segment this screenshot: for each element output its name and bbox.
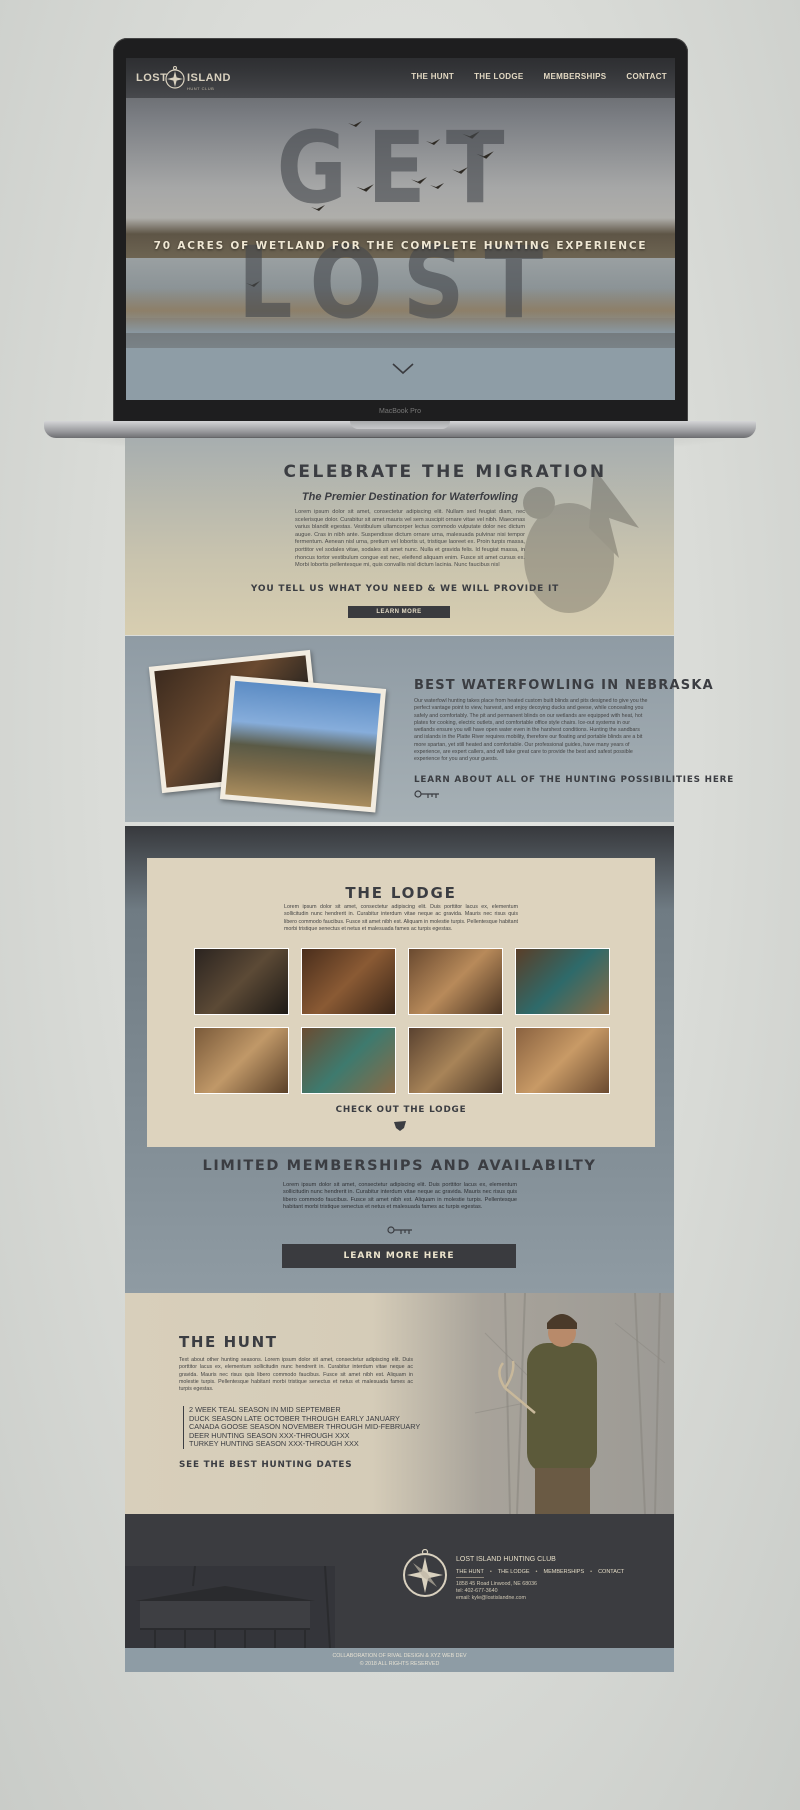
credit-text: COLLABORATION OF RIVAL DESIGN & XYZ WEB … (332, 1653, 467, 1659)
hunt-body: Text about other hunting seasons. Lorem … (179, 1357, 413, 1393)
lodge-gallery (194, 948, 610, 1094)
footer-divider (456, 1577, 484, 1578)
migration-body: Lorem ipsum dolor sit amet, consectetur … (295, 509, 525, 569)
footer-nav: THE HUNT • THE LODGE • MEMBERSHIPS • CON… (456, 1569, 624, 1575)
key-icon (387, 1226, 412, 1234)
logo[interactable]: LOST ISLAND HUNT CLUB (136, 66, 230, 94)
footer-address: 1858 45 Road Linwood, NE 68036 (456, 1581, 537, 1587)
footer-link-memberships[interactable]: MEMBERSHIPS (543, 1569, 584, 1575)
compass-icon (165, 66, 185, 89)
logo-subtext: HUNT CLUB (187, 86, 215, 91)
gallery-image[interactable] (194, 1027, 289, 1094)
migration-title: CELEBRATE THE MIGRATION (283, 462, 607, 482)
copyright-bar: COLLABORATION OF RIVAL DESIGN & XYZ WEB … (125, 1648, 674, 1672)
footer: LOST ISLAND HUNTING CLUB THE HUNT • THE … (125, 1514, 674, 1648)
lodge-title: THE LODGE (345, 884, 457, 902)
check-out-lodge-link[interactable]: CHECK OUT THE LODGE (147, 1105, 655, 1115)
hero-title: GET LOST (237, 111, 564, 341)
footer-club-name: LOST ISLAND HUNTING CLUB (456, 1556, 556, 1563)
footer-phone[interactable]: tel: 402-677-3640 (456, 1588, 537, 1595)
laptop-screen: GET LOST 70 ACRES OF WETLAND FOR THE COM… (126, 58, 675, 400)
membership-body: Lorem ipsum dolor sit amet, consectetur … (283, 1182, 517, 1210)
laptop-label: MacBook Pro (378, 408, 422, 415)
lodge-house-photo (125, 1566, 335, 1648)
separator-dot: • (590, 1569, 593, 1575)
footer-email[interactable]: email: kyle@lostislandne.com (456, 1595, 537, 1602)
gallery-image[interactable] (408, 1027, 503, 1094)
copyright-text: © 2018 ALL RIGHTS RESERVED (359, 1661, 440, 1667)
lodge-card: THE LODGE Lorem ipsum dolor sit amet, co… (147, 858, 655, 1147)
compass-icon (403, 1549, 447, 1597)
learn-more-here-button[interactable]: LEARN MORE HERE (282, 1244, 516, 1268)
logo-text-left: LOST (136, 72, 168, 84)
lodge-body: Lorem ipsum dolor sit amet, consectetur … (284, 904, 518, 932)
footer-contact-info: 1858 45 Road Linwood, NE 68036 tel: 402-… (456, 1581, 537, 1602)
section-waterfowl: BEST WATERFOWLING IN NEBRASKA Our waterf… (125, 636, 733, 822)
migration-subtitle: The Premier Destination for Waterfowling (301, 491, 519, 503)
hunt-title: THE HUNT (179, 1333, 278, 1351)
section-lodge-membership: THE LODGE Lorem ipsum dolor sit amet, co… (125, 826, 674, 1293)
gallery-image[interactable] (515, 948, 610, 1015)
nav-link-memberships[interactable]: MEMBERSHIPS (544, 72, 607, 81)
nav-link-contact[interactable]: CONTACT (626, 72, 667, 81)
gallery-image[interactable] (515, 1027, 610, 1094)
learn-more-button[interactable]: LEARN MORE (348, 606, 450, 618)
section-migration: CELEBRATE THE MIGRATION The Premier Dest… (125, 438, 674, 635)
membership-title: LIMITED MEMBERSHIPS AND AVAILABILTY (202, 1158, 597, 1174)
hunting-dates-link[interactable]: SEE THE BEST HUNTING DATES (179, 1460, 352, 1470)
waterfowl-title: BEST WATERFOWLING IN NEBRASKA (414, 678, 714, 693)
section-hunt: THE HUNT Text about other hunting season… (125, 1293, 674, 1514)
key-icon (414, 790, 439, 798)
gallery-image[interactable] (194, 948, 289, 1015)
footer-link-the-lodge[interactable]: THE LODGE (498, 1569, 530, 1575)
nav-links: THE HUNT THE LODGE MEMBERSHIPS CONTACT (411, 72, 667, 81)
nav-link-the-lodge[interactable]: THE LODGE (474, 72, 523, 81)
migration-cta: YOU TELL US WHAT YOU NEED & WE WILL PROV… (250, 584, 560, 594)
footer-link-contact[interactable]: CONTACT (598, 1569, 624, 1575)
logo-text-right: ISLAND (187, 72, 231, 84)
hunting-possibilities-link[interactable]: LEARN ABOUT ALL OF THE HUNTING POSSIBILI… (414, 775, 734, 785)
chevron-down-icon[interactable] (392, 363, 414, 375)
hunter-photo (474, 1293, 666, 1514)
waterfowl-body: Our waterfowl hunting takes place from h… (414, 698, 648, 763)
hunters-group-photo (219, 675, 387, 813)
shield-icon (394, 1121, 406, 1131)
gallery-image[interactable] (301, 1027, 396, 1094)
gallery-image[interactable] (301, 948, 396, 1015)
list-item: TURKEY HUNTING SEASON XXX-THROUGH XXX (189, 1439, 359, 1449)
nav-link-the-hunt[interactable]: THE HUNT (411, 72, 454, 81)
laptop-notch (350, 421, 450, 429)
separator-dot: • (535, 1569, 538, 1575)
season-list: 2 WEEK TEAL SEASON IN MID SEPTEMBER DUCK… (183, 1405, 420, 1449)
top-navigation: LOST ISLAND HUNT CLUB THE HUNT THE LODGE… (126, 58, 675, 98)
hero-subtitle: 70 ACRES OF WETLAND FOR THE COMPLETE HUN… (153, 240, 648, 252)
footer-link-the-hunt[interactable]: THE HUNT (456, 1569, 484, 1575)
separator-dot: • (489, 1569, 492, 1575)
gallery-image[interactable] (408, 948, 503, 1015)
